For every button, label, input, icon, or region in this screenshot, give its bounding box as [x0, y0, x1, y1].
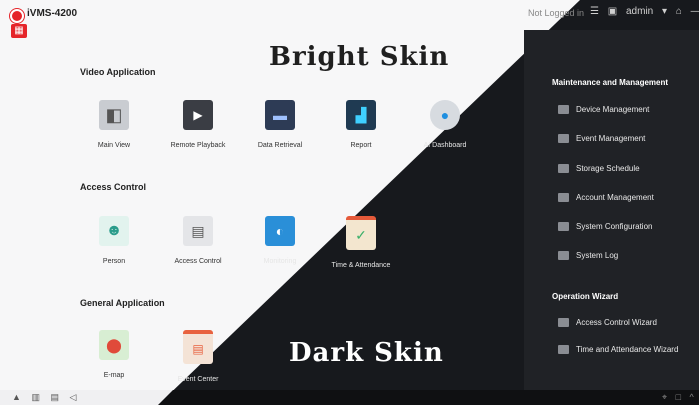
- wizard-title: Operation Wizard: [552, 292, 619, 301]
- warning-icon[interactable]: ▲: [12, 392, 21, 402]
- menu-item-label: Access Control Wizard: [576, 317, 657, 327]
- menu-item-event-management[interactable]: Event Management: [558, 131, 645, 145]
- menu-item-label: Storage Schedule: [576, 163, 640, 173]
- ai-camera-icon: ●: [430, 100, 460, 130]
- section-title-video: Video Application: [80, 67, 156, 77]
- menu-item-label: Time and Attendance Wizard: [576, 344, 679, 354]
- tile-label: E-map: [103, 372, 125, 379]
- tile-label: Report: [350, 142, 372, 149]
- log-icon: [558, 250, 569, 260]
- calendar-icon: ✓: [346, 216, 376, 250]
- menu-item-label: System Configuration: [576, 221, 653, 231]
- tile-monitoring[interactable]: ◐ Monitoring: [235, 216, 325, 265]
- section-title-general: General Application: [80, 298, 165, 308]
- tile-access-control[interactable]: ▤ Access Control: [153, 216, 243, 265]
- door-station-icon: ▤: [183, 216, 213, 246]
- window-controls: ☰ ▣ admin ▾ ⌂ — □: [590, 6, 699, 17]
- dark-skin-label: Dark Skin: [289, 338, 444, 368]
- tile-label: Monitoring: [263, 258, 297, 265]
- menu-item-access-control-wizard[interactable]: Access Control Wizard: [558, 315, 657, 329]
- tile-main-view[interactable]: ◧ Main View: [69, 100, 159, 149]
- menu-item-storage-schedule[interactable]: Storage Schedule: [558, 161, 640, 175]
- chevron-up-icon[interactable]: ^: [690, 392, 694, 402]
- grid-icon: ▦: [14, 25, 24, 36]
- menu-item-label: System Log: [576, 250, 619, 260]
- tile-label: Time & Attendance: [331, 262, 391, 269]
- menu-item-label: Event Management: [576, 133, 646, 143]
- window-icon[interactable]: □: [676, 392, 681, 402]
- chart-icon: ▟: [346, 100, 376, 130]
- tile-time-attendance[interactable]: ✓ Time & Attendance: [316, 216, 406, 269]
- event-center-icon: ▤: [183, 330, 213, 364]
- tile-remote-playback[interactable]: ▶ Remote Playback: [153, 100, 243, 149]
- trash-icon[interactable]: ▥: [31, 392, 40, 402]
- pin-icon[interactable]: ⌖: [662, 392, 667, 402]
- status-bar-left-icons: ▲ ▥ ▤ ◁: [12, 392, 84, 403]
- menu-item-label: Device Management: [576, 104, 650, 114]
- playback-icon: ▶: [183, 100, 213, 130]
- monitor-icon: ▬: [265, 100, 295, 130]
- maintenance-title: Maintenance and Management: [552, 78, 669, 87]
- account-icon: [558, 192, 569, 202]
- tile-person[interactable]: ☻ Person: [69, 216, 159, 265]
- wizard-icon: [558, 317, 569, 327]
- chevron-down-icon[interactable]: ▾: [662, 6, 667, 17]
- event-icon: [558, 133, 569, 143]
- monitor-icon[interactable]: ▣: [608, 6, 617, 17]
- lock-icon[interactable]: ⌂: [676, 6, 682, 17]
- menu-item-account-management[interactable]: Account Management: [558, 190, 654, 204]
- tile-label: Main View: [97, 142, 131, 149]
- bright-skin-label: Bright Skin: [269, 42, 450, 72]
- person-icon: ☻: [99, 216, 129, 246]
- app-logo-icon: [10, 9, 24, 23]
- home-button[interactable]: ▦: [11, 24, 27, 38]
- tile-label: Remote Playback: [170, 142, 226, 149]
- device-icon: [558, 104, 569, 114]
- menu-item-system-configuration[interactable]: System Configuration: [558, 219, 652, 233]
- config-icon: [558, 221, 569, 231]
- tile-label: Data Retrieval: [257, 142, 303, 149]
- monitoring-icon: ◐: [265, 216, 295, 246]
- wizard-icon: [558, 344, 569, 354]
- camera-icon: ◧: [99, 100, 129, 130]
- list-icon[interactable]: ☰: [590, 6, 599, 17]
- menu-item-system-log[interactable]: System Log: [558, 248, 618, 262]
- tile-e-map[interactable]: ⬤ E-map: [69, 330, 159, 379]
- tile-label: Event Center: [177, 376, 219, 383]
- title-bar: iVMS-4200 Not Logged in ☰ ▣ admin ▾ ⌂ — …: [0, 0, 699, 30]
- app-window: iVMS-4200 Not Logged in ☰ ▣ admin ▾ ⌂ — …: [0, 0, 699, 405]
- tile-data-retrieval[interactable]: ▬ Data Retrieval: [235, 100, 325, 149]
- tile-label: Access Control: [174, 258, 222, 265]
- storage-icon: [558, 163, 569, 173]
- map-icon: ⬤: [99, 330, 129, 360]
- list-icon[interactable]: ▤: [50, 392, 59, 402]
- app-title: iVMS-4200: [27, 8, 78, 19]
- section-title-access: Access Control: [80, 182, 147, 192]
- login-status[interactable]: Not Logged in: [528, 8, 584, 18]
- menu-item-time-attendance-wizard[interactable]: Time and Attendance Wizard: [558, 342, 678, 356]
- menu-item-label: Account Management: [576, 192, 654, 202]
- minimize-icon[interactable]: —: [691, 6, 699, 17]
- user-menu[interactable]: admin: [626, 6, 653, 17]
- status-bar-right-icons: ⌖ □ ^: [656, 392, 694, 403]
- tile-event-center[interactable]: ▤ Event Center: [153, 330, 243, 383]
- tile-ai-dashboard[interactable]: ● AI Dashboard: [400, 100, 490, 149]
- speaker-icon[interactable]: ◁: [70, 392, 77, 402]
- tile-label: AI Dashboard: [423, 142, 467, 149]
- menu-item-device-management[interactable]: Device Management: [558, 102, 649, 116]
- tile-label: Person: [102, 258, 126, 265]
- tile-report[interactable]: ▟ Report: [316, 100, 406, 149]
